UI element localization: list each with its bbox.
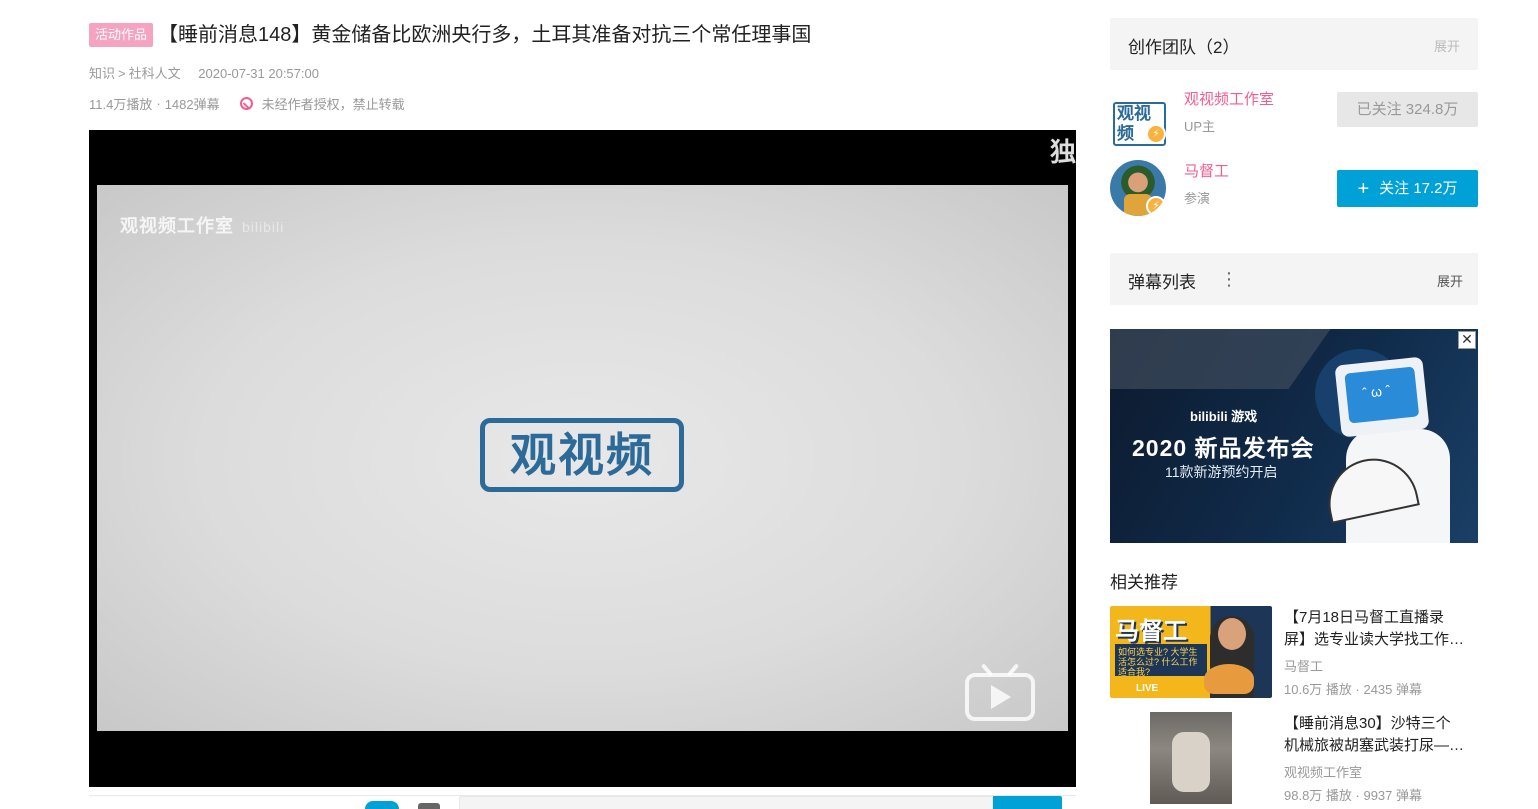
center-stamp-logo: 观视频 <box>480 418 684 492</box>
breadcrumb-separator: > <box>118 66 126 81</box>
creator-team-header: 创作团队（2） 展开 <box>1110 18 1478 70</box>
ad-banner[interactable]: bilibili 游戏 2020 新品发布会 11款新游预约开启 ✕ <box>1110 329 1478 543</box>
rec-title[interactable]: 【7月18日马督工直播录 屏】选专业读大学找工作… <box>1284 607 1480 651</box>
video-thumbnail[interactable] <box>1110 712 1272 804</box>
video-stats: 11.4万播放 · 1482弹幕 未经作者授权，禁止转载 <box>89 94 405 113</box>
frame-watermark: 观视频工作室 bilibili <box>120 212 284 238</box>
corner-watermark: 独 <box>1049 138 1076 168</box>
forbidden-icon <box>239 97 253 110</box>
danmaku-toggle[interactable] <box>365 801 399 809</box>
danmaku-list-header[interactable]: 弹幕列表 ⋮ 展开 <box>1110 253 1478 305</box>
rec-up[interactable]: 马督工 <box>1284 656 1323 675</box>
video-thumbnail[interactable]: 马督工 如何选专业? 大学生活怎么过? 什么工作适合我? LIVE <box>1110 606 1272 698</box>
thumb-title: 马督工 <box>1115 617 1187 645</box>
list-item[interactable]: 马督工 如何选专业? 大学生活怎么过? 什么工作适合我? LIVE 【7月18日… <box>1110 606 1480 698</box>
copyright-text: 未经作者授权，禁止转载 <box>261 97 405 112</box>
rec-up[interactable]: 观视频工作室 <box>1284 762 1362 781</box>
followed-button[interactable]: 已关注 324.8万 <box>1337 92 1478 127</box>
creator-team-label: 创作团队（2） <box>1128 38 1240 57</box>
play-tv-icon[interactable] <box>965 663 1035 721</box>
rec-title[interactable]: 【睡前消息30】沙特三个 机械旅被胡塞武装打尿—… <box>1284 713 1480 757</box>
avatar[interactable]: 观视频 ⚡ <box>1110 88 1166 146</box>
stats-separator: · <box>156 96 161 111</box>
danmaku-count: 1482弹幕 <box>164 97 220 112</box>
member-name[interactable]: 马督工 <box>1184 160 1229 181</box>
more-menu-icon[interactable]: ⋮ <box>1220 267 1238 291</box>
close-icon[interactable]: ✕ <box>1458 331 1476 349</box>
team-member: ⚡ 马督工 参演 + 关注 17.2万 <box>1110 160 1478 216</box>
thumb-questions: 如何选专业? 大学生活怎么过? 什么工作适合我? <box>1115 644 1207 677</box>
related-title: 相关推荐 <box>1110 573 1178 592</box>
ad-brand: bilibili 游戏 <box>1190 409 1258 424</box>
video-meta: 知识 > 社科人文 2020-07-31 20:57:00 <box>89 63 319 82</box>
avatar[interactable]: ⚡ <box>1110 160 1166 216</box>
thumb-live: LIVE <box>1136 683 1159 694</box>
video-title: 【睡前消息148】黄金储备比欧洲央行多，土耳其准备对抗三个常任理事国 <box>158 24 812 46</box>
follow-button-label: 关注 17.2万 <box>1379 180 1458 197</box>
verified-bolt-icon: ⚡ <box>1146 196 1166 216</box>
danmaku-list-expand[interactable]: 展开 <box>1437 271 1463 290</box>
member-name[interactable]: 观视频工作室 <box>1184 88 1274 109</box>
frame-watermark-text: 观视频工作室 <box>120 216 234 236</box>
publish-date: 2020-07-31 20:57:00 <box>198 66 319 81</box>
ad-subtitle: 11款新游预约开启 <box>1165 464 1278 480</box>
rec-stats: 10.6万 播放 · 2435 弹幕 <box>1284 682 1422 697</box>
tv-mascot-icon <box>1334 356 1430 438</box>
video-frame[interactable]: 观视频工作室 bilibili 观视频 <box>97 185 1068 731</box>
member-role: 参演 <box>1184 191 1211 206</box>
category-link[interactable]: 知识 <box>89 66 115 81</box>
team-member: 观视频 ⚡ 观视频工作室 UP主 已关注 324.8万 <box>1110 88 1478 146</box>
subcategory-link[interactable]: 社科人文 <box>129 66 181 81</box>
play-count: 11.4万播放 <box>89 97 153 112</box>
rec-stats: 98.8万 播放 · 9937 弹幕 <box>1284 788 1422 803</box>
creator-team-expand[interactable]: 展开 <box>1434 36 1460 55</box>
frame-watermark-logo: bilibili <box>242 219 285 235</box>
member-role: UP主 <box>1184 119 1216 134</box>
plus-icon: + <box>1357 178 1370 200</box>
danmaku-list-label: 弹幕列表 <box>1128 273 1196 292</box>
danmaku-input[interactable] <box>459 796 993 809</box>
list-item[interactable]: 【睡前消息30】沙特三个 机械旅被胡塞武装打尿—… 观视频工作室 98.8万 播… <box>1110 712 1480 804</box>
video-player[interactable]: 独 观视频工作室 bilibili 观视频 <box>89 130 1076 787</box>
danmaku-send-button[interactable] <box>993 796 1062 809</box>
ad-headline: 2020 新品发布会 <box>1132 435 1315 461</box>
verified-bolt-icon: ⚡ <box>1146 124 1166 144</box>
copyright-notice: 未经作者授权，禁止转载 <box>239 94 405 113</box>
danmaku-settings-icon[interactable] <box>418 803 440 809</box>
activity-badge[interactable]: 活动作品 <box>89 23 154 47</box>
follow-button[interactable]: + 关注 17.2万 <box>1337 170 1478 207</box>
